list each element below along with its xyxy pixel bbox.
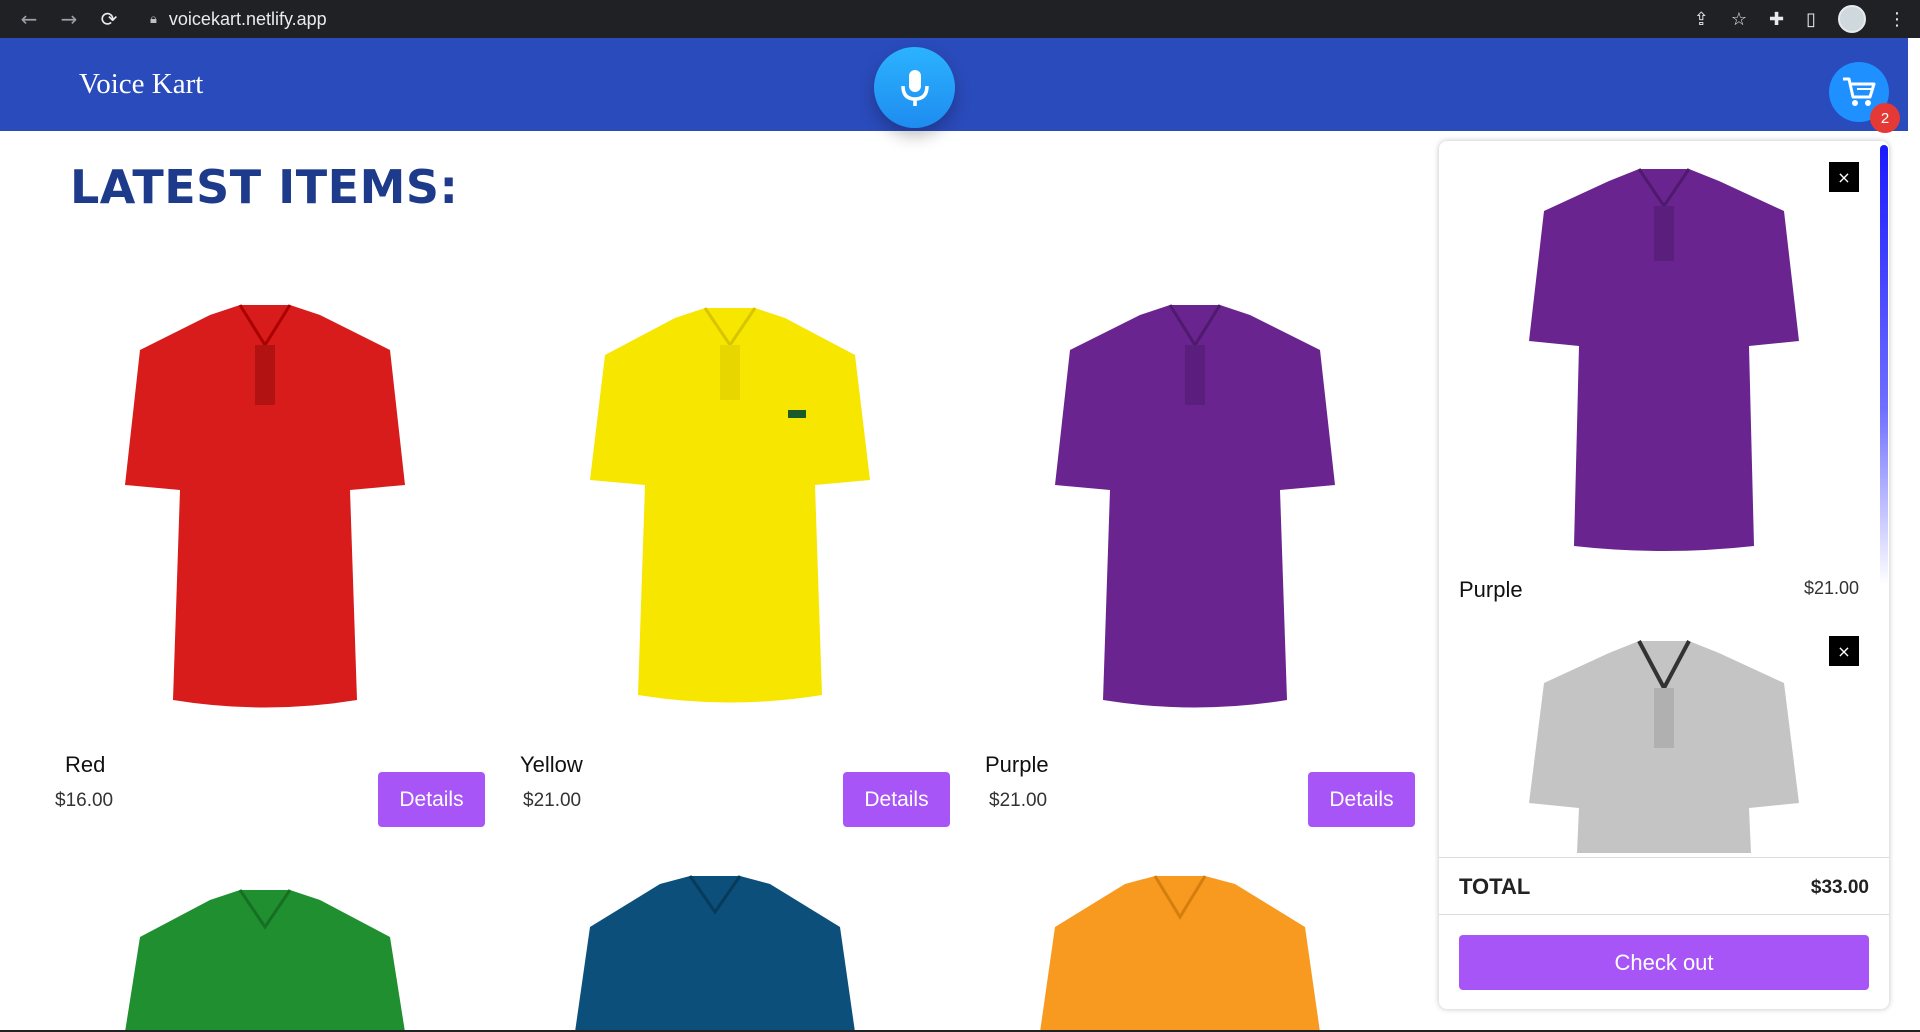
details-button[interactable]: Details bbox=[843, 772, 950, 827]
product-price: $21.00 bbox=[989, 790, 1048, 811]
reload-icon[interactable]: ⟳ bbox=[96, 7, 122, 31]
total-label: TOTAL bbox=[1459, 874, 1531, 899]
cart-item-name: Purple bbox=[1459, 577, 1523, 602]
browser-actions: ⇪ ☆ ✚ ▯ ⋮ bbox=[1694, 4, 1906, 34]
side-panel-icon[interactable]: ▯ bbox=[1806, 9, 1816, 30]
share-icon[interactable]: ⇪ bbox=[1694, 9, 1709, 30]
page-title: LATEST ITEMS: bbox=[70, 160, 459, 214]
cart-item-image bbox=[1529, 640, 1799, 853]
lock-icon[interactable]: 🔒︎ bbox=[150, 12, 157, 27]
browser-toolbar: ← → ⟳ 🔒︎ voicekart.netlify.app ⇪ ☆ ✚ ▯ ⋮ bbox=[0, 0, 1920, 38]
browser-nav: ← → ⟳ bbox=[16, 7, 122, 31]
product-image[interactable] bbox=[95, 300, 435, 730]
cart-scrollbar[interactable] bbox=[1880, 145, 1888, 585]
extensions-icon[interactable]: ✚ bbox=[1769, 9, 1784, 30]
star-icon[interactable]: ☆ bbox=[1731, 9, 1747, 30]
checkout-button[interactable]: Check out bbox=[1459, 935, 1869, 990]
product-price: $16.00 bbox=[55, 790, 114, 811]
cart-item-price: $21.00 bbox=[1803, 578, 1859, 598]
address-bar[interactable]: 🔒︎ voicekart.netlify.app bbox=[136, 4, 1742, 34]
remove-item-button[interactable]: × bbox=[1829, 636, 1859, 666]
product-card: Purple $21.00 Details bbox=[985, 300, 1415, 860]
product-price: $21.00 bbox=[523, 790, 582, 811]
product-name: Red bbox=[65, 752, 106, 777]
microphone-button[interactable] bbox=[874, 47, 955, 128]
product-image[interactable] bbox=[560, 300, 900, 730]
total-value: $33.00 bbox=[1810, 877, 1869, 898]
remove-item-button[interactable]: × bbox=[1829, 162, 1859, 192]
microphone-icon bbox=[900, 69, 929, 106]
details-button[interactable]: Details bbox=[1308, 772, 1415, 827]
product-name: Yellow bbox=[520, 752, 583, 777]
cart-drawer: × Purple $21.00 × TOTAL $33.00 Check out bbox=[1439, 141, 1889, 1009]
product-image[interactable] bbox=[95, 872, 435, 1032]
product-image[interactable] bbox=[545, 872, 885, 1032]
menu-icon[interactable]: ⋮ bbox=[1888, 9, 1906, 30]
forward-icon[interactable]: → bbox=[56, 7, 82, 31]
cart-icon bbox=[1843, 77, 1876, 106]
product-card: Red $16.00 Details bbox=[55, 300, 485, 860]
url-text[interactable]: voicekart.netlify.app bbox=[169, 9, 327, 30]
product-image[interactable] bbox=[1025, 300, 1365, 730]
cart-item-image bbox=[1529, 168, 1799, 551]
cart-total-row: TOTAL $33.00 bbox=[1439, 857, 1889, 915]
product-image[interactable] bbox=[1010, 872, 1350, 1032]
page-scrollbar[interactable] bbox=[1908, 38, 1920, 1032]
back-icon[interactable]: ← bbox=[16, 7, 42, 31]
profile-avatar[interactable] bbox=[1838, 5, 1866, 33]
product-name: Purple bbox=[985, 752, 1049, 777]
brand-logo[interactable]: Voice Kart bbox=[79, 68, 203, 101]
product-card: Yellow $21.00 Details bbox=[520, 300, 950, 860]
details-button[interactable]: Details bbox=[378, 772, 485, 827]
cart-count-badge: 2 bbox=[1870, 103, 1900, 133]
